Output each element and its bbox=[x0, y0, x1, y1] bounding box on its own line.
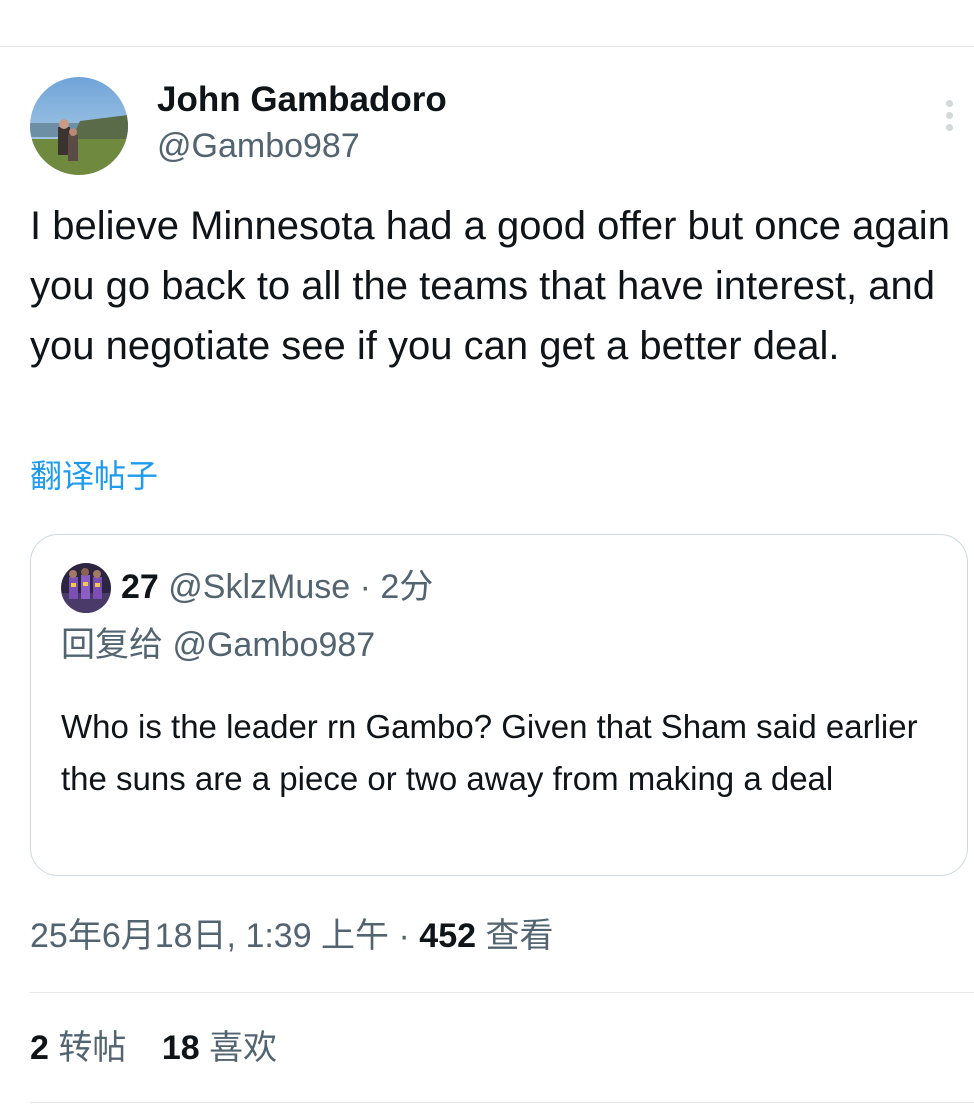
quote-author-name[interactable]: 27 bbox=[121, 568, 159, 606]
translate-post-link[interactable]: 翻译帖子 bbox=[30, 456, 158, 496]
quote-avatar-photo bbox=[61, 563, 111, 613]
likes-stat[interactable]: 18 喜欢 bbox=[162, 1029, 277, 1067]
meta-separator: · bbox=[389, 917, 420, 955]
quoted-tweet-card[interactable]: 27 @SklzMuse · 2分 回复给 @Gambo987 Who is t… bbox=[30, 534, 968, 876]
engagement-stats: 2 转帖 18 喜欢 bbox=[30, 1024, 303, 1072]
reposts-count: 2 bbox=[30, 1029, 49, 1067]
view-label: 查看 bbox=[485, 917, 554, 955]
quote-replying-to: 回复给 @Gambo987 bbox=[61, 626, 376, 664]
divider-stats-top bbox=[30, 992, 974, 993]
reposts-stat[interactable]: 2 转帖 bbox=[30, 1029, 136, 1067]
view-count: 452 bbox=[419, 917, 477, 955]
header-title-fragment: 文稿 bbox=[178, 0, 288, 2]
author-avatar[interactable] bbox=[30, 77, 128, 175]
author-avatar-photo bbox=[30, 77, 128, 175]
quote-time: 2分 bbox=[380, 568, 434, 606]
quote-text: Who is the leader rn Gambo? Given that S… bbox=[61, 708, 918, 797]
reposts-label: 转帖 bbox=[58, 1029, 127, 1067]
likes-count: 18 bbox=[161, 1029, 200, 1067]
tweet-text: I believe Minnesota had a good offer but… bbox=[30, 204, 950, 368]
likes-label: 喜欢 bbox=[209, 1029, 278, 1067]
top-divider bbox=[0, 46, 974, 47]
quote-author-handle[interactable]: @SklzMuse bbox=[168, 568, 350, 606]
author-handle[interactable]: @Gambo987 bbox=[157, 126, 360, 166]
author-name[interactable]: John Gambadoro bbox=[157, 80, 447, 120]
tweet-timestamp[interactable]: 25年6月18日, 1:39 上午 bbox=[30, 917, 389, 955]
quote-author-avatar[interactable] bbox=[61, 563, 111, 613]
more-options-button[interactable] bbox=[935, 96, 965, 136]
divider-stats-bottom bbox=[30, 1102, 974, 1103]
tweet-meta-row: 25年6月18日, 1:39 上午 · 452 查看 bbox=[30, 912, 553, 960]
quote-header: 27 @SklzMuse · 2分 bbox=[121, 565, 433, 609]
quote-separator: · bbox=[350, 568, 381, 606]
